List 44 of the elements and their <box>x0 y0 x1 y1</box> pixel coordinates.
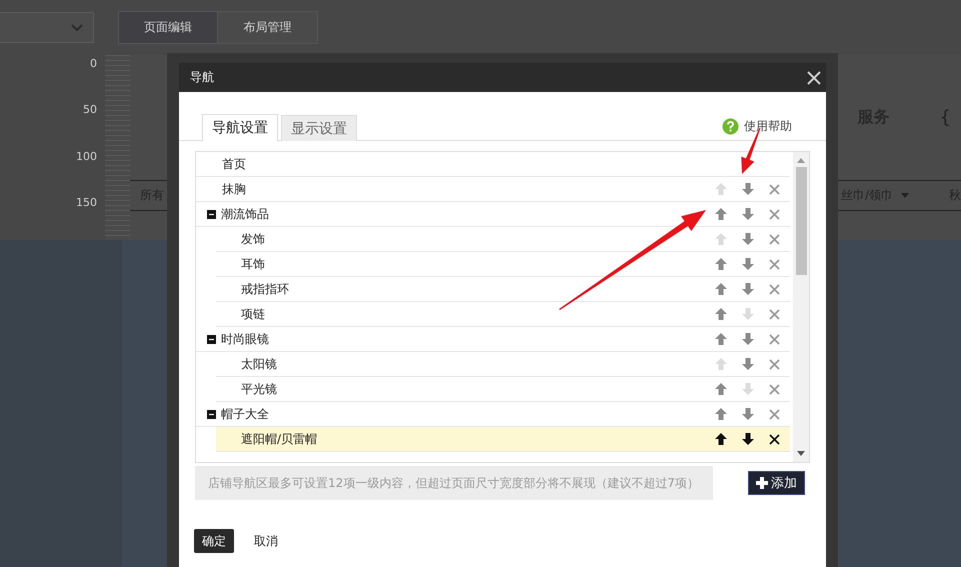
delete-icon[interactable] <box>769 434 780 444</box>
help-link[interactable]: 使用帮助 <box>722 118 792 135</box>
nav-item-label: 发饰 <box>241 230 265 248</box>
header-symbol: { <box>940 107 951 128</box>
nav-item-label: 太阳镜 <box>241 356 277 372</box>
nav-item-label: 抹胸 <box>222 180 246 198</box>
scroll-down-icon[interactable] <box>797 451 805 456</box>
scrollbar[interactable] <box>793 152 809 462</box>
nav-row[interactable]: 遮阳帽/贝雷帽 <box>216 427 790 452</box>
settings-tab[interactable]: 导航设置 <box>202 114 278 141</box>
confirm-button[interactable]: 确定 <box>194 529 234 553</box>
scroll-up-icon[interactable] <box>797 158 805 163</box>
nav-item-label: 遮阳帽/贝雷帽 <box>241 430 318 448</box>
nav-item-label: 平光镜 <box>241 380 277 398</box>
nav-item-label: 帽子大全 <box>221 406 269 422</box>
collapse-icon[interactable] <box>207 334 216 344</box>
hint-text: 店铺导航区最多可设置12项一级内容，但超过页面尺寸宽度部分将不展现（建议不超过7项） <box>195 466 713 500</box>
question-icon <box>722 118 739 135</box>
nav-item-label: 耳饰 <box>241 256 265 272</box>
nav-item-label: 项链 <box>241 306 265 322</box>
view-tab[interactable]: 页面编辑 <box>119 12 218 43</box>
dialog-title: 导航 <box>190 69 214 86</box>
caret-icon <box>901 193 909 198</box>
close-button[interactable] <box>806 70 822 86</box>
collapse-icon[interactable] <box>207 410 216 418</box>
nav-item-label: 潮流饰品 <box>221 206 269 222</box>
nav-row[interactable]: 时尚眼镜 <box>196 327 790 352</box>
close-icon <box>806 70 822 86</box>
move-down-icon[interactable] <box>742 433 754 445</box>
add-button[interactable]: 添加 <box>748 471 805 495</box>
nav-item-label: 戒指指环 <box>241 280 289 298</box>
chevron-down-icon <box>71 24 83 32</box>
scroll-thumb[interactable] <box>796 167 806 275</box>
ruler-label: 50 <box>83 102 97 118</box>
ruler-label: 150 <box>76 194 97 211</box>
ruler-label: 0 <box>90 56 97 72</box>
nav-item-label: 首页 <box>222 156 246 172</box>
plus-icon <box>756 477 768 489</box>
move-up-icon[interactable] <box>715 433 727 445</box>
collapse-icon[interactable] <box>207 210 216 218</box>
nav-item-label: 时尚眼镜 <box>221 330 269 348</box>
settings-tab[interactable]: 显示设置 <box>281 115 357 141</box>
ruler-label: 100 <box>76 148 97 164</box>
cancel-button[interactable]: 取消 <box>246 529 286 553</box>
